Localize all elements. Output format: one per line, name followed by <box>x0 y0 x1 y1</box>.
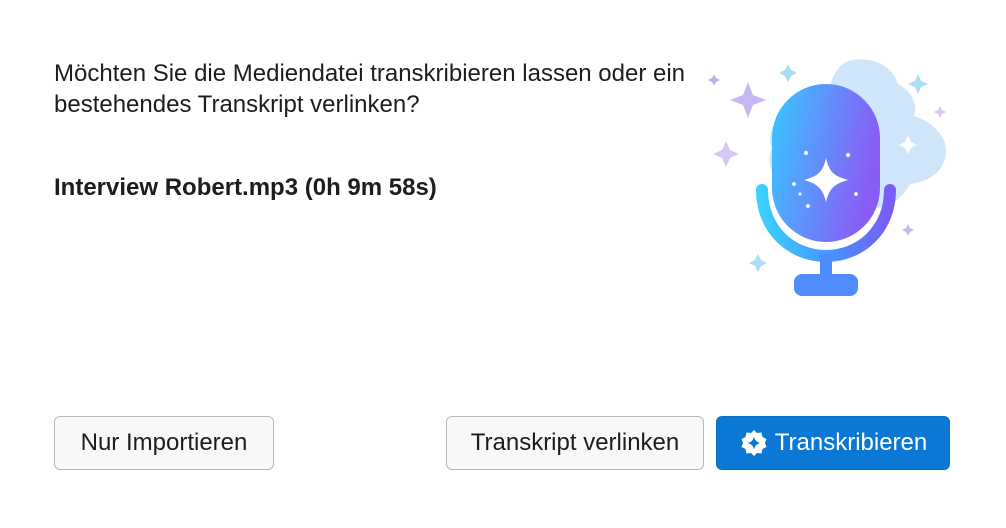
sparkle-badge-icon <box>741 430 767 456</box>
sparkle-small-1 <box>779 64 797 82</box>
sparkle-small-6 <box>902 224 914 236</box>
media-file-info: Interview Robert.mp3 (0h 9m 58s) <box>54 174 437 201</box>
dialog-question: Möchten Sie die Mediendatei transkribier… <box>54 60 686 118</box>
import-only-label: Nur Importieren <box>80 429 248 456</box>
transcription-dialog: Möchten Sie die Mediendatei transkribier… <box>0 0 1006 528</box>
microphone-sparkle-icon <box>708 59 947 296</box>
sparkle-medium <box>713 141 739 167</box>
sparkle-small-7 <box>749 254 767 272</box>
sparkle-large <box>730 82 766 118</box>
sparkle-small-2 <box>708 74 720 86</box>
link-transcript-label: Transkript verlinken <box>470 429 680 456</box>
link-transcript-button[interactable]: Transkript verlinken <box>446 416 704 470</box>
import-only-button[interactable]: Nur Importieren <box>54 416 274 470</box>
transcribe-label: Transkribieren <box>774 429 928 456</box>
sparkle-small-4 <box>934 106 946 118</box>
microphone-base <box>794 274 858 296</box>
transcribe-button[interactable]: Transkribieren <box>716 416 950 470</box>
sparkle-small-3 <box>908 74 928 94</box>
